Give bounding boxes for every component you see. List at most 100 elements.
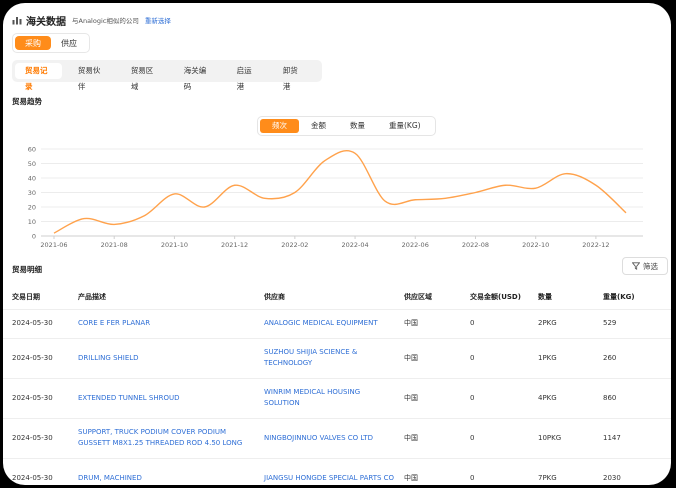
cell-weight: 529 xyxy=(594,309,671,339)
data-point[interactable] xyxy=(81,216,87,222)
toggle-supply[interactable]: 供应 xyxy=(51,36,87,50)
data-point[interactable] xyxy=(141,213,147,219)
metric-amount[interactable]: 金额 xyxy=(299,119,338,133)
reselect-link[interactable]: 重新选择 xyxy=(145,15,171,25)
y-tick-label: 10 xyxy=(28,218,36,226)
trade-details-table: 交易日期 产品描述 供应商 供应区域 交易金额(USD) 数量 重量(KG) 2… xyxy=(3,286,671,485)
cell-quantity: 2PKG xyxy=(529,309,594,339)
cell-amount: 0 xyxy=(461,338,529,379)
cell-date: 2024-05-30 xyxy=(3,418,69,459)
col-region[interactable]: 供应区域 xyxy=(395,286,461,310)
cell-region: 中国 xyxy=(395,458,461,485)
data-point[interactable] xyxy=(563,171,569,177)
x-tick-label: 2022-02 xyxy=(281,241,308,249)
data-point[interactable] xyxy=(442,195,448,201)
cell-supplier-link[interactable]: JIANGSU HONGDE SPECIAL PARTS CO xyxy=(255,458,395,485)
x-tick-label: 2021-10 xyxy=(161,241,188,249)
x-tick-label: 2022-08 xyxy=(462,241,489,249)
cell-product-link[interactable]: DRUM, MACHINED xyxy=(69,458,255,485)
cell-product-link[interactable]: EXTENDED TUNNEL SHROUD xyxy=(69,378,255,419)
col-date[interactable]: 交易日期 xyxy=(3,286,69,310)
x-tick-label: 2021-12 xyxy=(221,241,248,249)
cell-product-link[interactable]: SUPPORT, TRUCK PODIUM COVER PODIUM GUSSE… xyxy=(69,418,255,459)
table-row: 2024-05-30 EXTENDED TUNNEL SHROUD WINRIM… xyxy=(3,378,671,419)
cell-quantity: 10PKG xyxy=(529,418,594,459)
data-point[interactable] xyxy=(262,195,268,201)
col-amount[interactable]: 交易金额(USD) xyxy=(461,286,529,310)
cell-date: 2024-05-30 xyxy=(3,309,69,339)
filter-button[interactable]: 筛选 xyxy=(622,257,668,275)
tab-trade-records[interactable]: 贸易记录 xyxy=(15,63,62,91)
toggle-purchase[interactable]: 采购 xyxy=(15,36,51,50)
x-tick-label: 2021-08 xyxy=(101,241,128,249)
cell-region: 中国 xyxy=(395,309,461,339)
table-row: 2024-05-30 CORE E FER PLANAR ANALOGIC ME… xyxy=(3,309,671,339)
data-point[interactable] xyxy=(292,190,298,196)
col-weight[interactable]: 重量(KG) xyxy=(594,286,671,310)
cell-amount: 0 xyxy=(461,418,529,459)
purchase-supply-toggle: 采购 供应 xyxy=(12,33,90,53)
y-tick-label: 0 xyxy=(32,233,36,241)
cell-product-link[interactable]: CORE E FER PLANAR xyxy=(69,309,255,339)
page-header: 海关数据 与Analogic相似的公司 重新选择 xyxy=(12,11,171,29)
cell-amount: 0 xyxy=(461,309,529,339)
cell-amount: 0 xyxy=(461,378,529,419)
data-point[interactable] xyxy=(352,150,358,156)
metric-weight[interactable]: 重量(KG) xyxy=(377,119,433,133)
data-point[interactable] xyxy=(382,198,388,204)
metric-quantity[interactable]: 数量 xyxy=(338,119,377,133)
x-tick-label: 2022-10 xyxy=(522,241,549,249)
cell-weight: 1147 xyxy=(594,418,671,459)
data-point[interactable] xyxy=(232,182,238,188)
cell-supplier-link[interactable]: WINRIM MEDICAL HOUSING SOLUTION xyxy=(255,378,395,419)
cell-supplier-link[interactable]: SUZHOU SHIJIA SCIENCE & TECHNOLOGY xyxy=(255,338,395,379)
data-point[interactable] xyxy=(472,190,478,196)
details-title: 贸易明细 xyxy=(12,265,42,274)
col-quantity[interactable]: 数量 xyxy=(529,286,594,310)
data-point[interactable] xyxy=(503,182,509,188)
tab-hs-codes[interactable]: 海关编码 xyxy=(174,63,221,91)
y-tick-label: 50 xyxy=(28,160,36,168)
cell-supplier-link[interactable]: NINGBOJINNUO VALVES CO LTD xyxy=(255,418,395,459)
cell-weight: 860 xyxy=(594,378,671,419)
metric-frequency[interactable]: 频次 xyxy=(260,119,299,133)
table-row: 2024-05-30 SUPPORT, TRUCK PODIUM COVER P… xyxy=(3,418,671,459)
cell-weight: 2030 xyxy=(594,458,671,485)
cell-date: 2024-05-30 xyxy=(3,378,69,419)
y-tick-label: 60 xyxy=(28,146,36,154)
x-tick-label: 2021-06 xyxy=(40,241,67,249)
data-point[interactable] xyxy=(111,221,117,227)
data-point[interactable] xyxy=(623,210,629,216)
cell-supplier-link[interactable]: ANALOGIC MEDICAL EQUIPMENT xyxy=(255,309,395,339)
cell-region: 中国 xyxy=(395,338,461,379)
tab-trade-regions[interactable]: 贸易区域 xyxy=(121,63,168,91)
trade-trend-chart: 0 10 20 30 40 50 60 2021-06 2021-08 2021-10 2021-1… xyxy=(28,146,643,249)
cell-region: 中国 xyxy=(395,418,461,459)
cell-region: 中国 xyxy=(395,378,461,419)
cell-date: 2024-05-30 xyxy=(3,458,69,485)
data-point[interactable] xyxy=(412,197,418,203)
cell-product-link[interactable]: DRILLING SHIELD xyxy=(69,338,255,379)
data-point[interactable] xyxy=(533,185,539,191)
cell-quantity: 4PKG xyxy=(529,378,594,419)
cell-quantity: 1PKG xyxy=(529,338,594,379)
data-point[interactable] xyxy=(51,230,57,236)
tab-origin-ports[interactable]: 启运港 xyxy=(227,63,267,91)
metric-selector: 频次 金额 数量 重量(KG) xyxy=(257,116,436,136)
table-header-row: 交易日期 产品描述 供应商 供应区域 交易金额(USD) 数量 重量(KG) xyxy=(3,286,671,310)
x-tick-label: 2022-04 xyxy=(341,241,368,249)
data-point[interactable] xyxy=(322,158,328,164)
y-tick-label: 40 xyxy=(28,175,36,183)
data-point[interactable] xyxy=(171,191,177,197)
x-tick-label: 2022-06 xyxy=(402,241,429,249)
col-product[interactable]: 产品描述 xyxy=(69,286,255,310)
col-supplier[interactable]: 供应商 xyxy=(255,286,395,310)
y-tick-label: 30 xyxy=(28,189,36,197)
cell-quantity: 7PKG xyxy=(529,458,594,485)
data-point[interactable] xyxy=(593,182,599,188)
data-point[interactable] xyxy=(202,204,208,210)
page-subtitle: 与Analogic相似的公司 xyxy=(72,17,139,25)
tab-trade-partners[interactable]: 贸易伙伴 xyxy=(68,63,115,91)
tab-destination-ports[interactable]: 卸货港 xyxy=(273,63,313,91)
filter-icon xyxy=(632,262,640,270)
